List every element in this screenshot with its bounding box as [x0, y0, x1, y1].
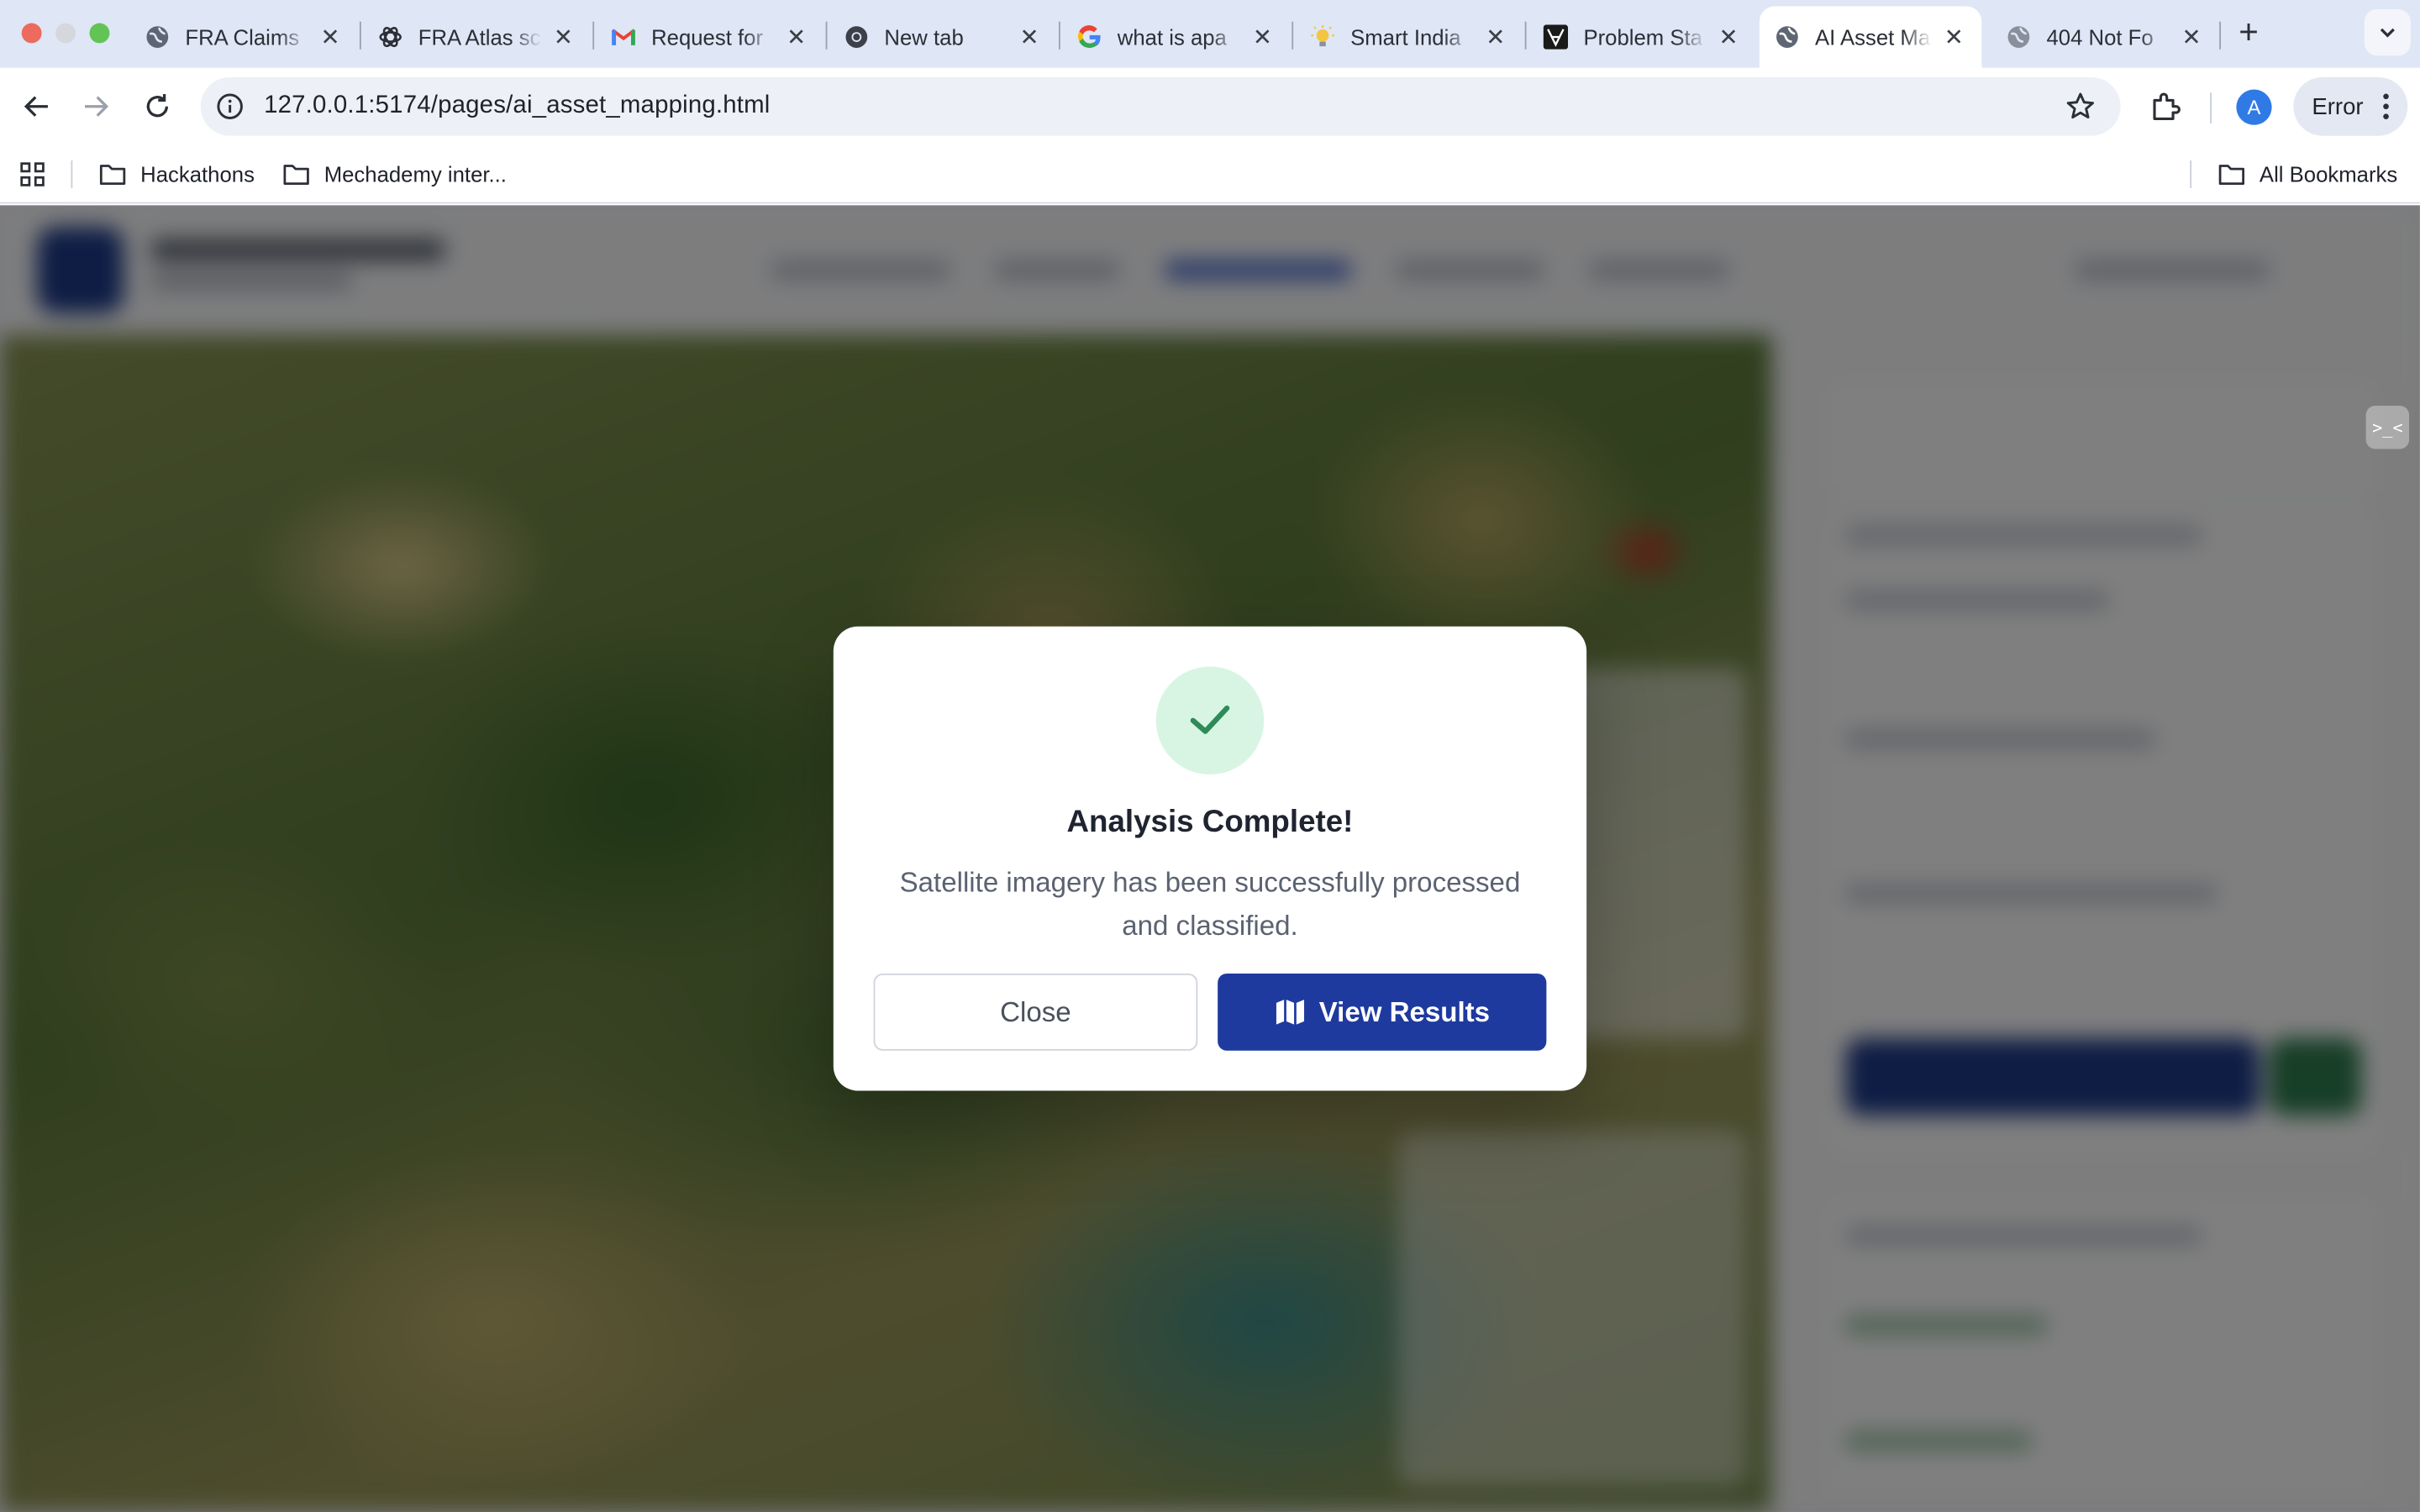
close-button[interactable]: Close	[873, 973, 1198, 1051]
forward-button[interactable]	[76, 87, 116, 127]
tab-title: Request for	[651, 24, 764, 50]
tab-search-button[interactable]	[2364, 9, 2411, 56]
all-bookmarks-label: All Bookmarks	[2259, 161, 2398, 187]
close-tab-icon[interactable]: ✕	[551, 24, 576, 50]
chevron-down-icon	[2380, 28, 2395, 38]
gmail-icon	[611, 24, 636, 49]
tab-request-for[interactable]: Request for ✕	[596, 6, 824, 67]
tab-ai-asset-mapping[interactable]: AI Asset Ma ✕	[1759, 6, 1982, 68]
arrow-right-icon	[85, 96, 109, 117]
chrome-icon	[844, 24, 869, 49]
window-close-button[interactable]	[21, 23, 42, 44]
tab-strip: FRA Claims ✕ FRA Atlas sc ✕ Request for …	[0, 0, 2420, 68]
close-tab-icon[interactable]: ✕	[318, 24, 342, 50]
browser-toolbar: 127.0.0.1:5174/pages/ai_asset_mapping.ht…	[0, 67, 2420, 145]
extensions-icon[interactable]	[2149, 90, 2182, 123]
openai-icon	[378, 24, 402, 49]
tab-fra-atlas[interactable]: FRA Atlas sc ✕	[363, 6, 592, 67]
address-url[interactable]: 127.0.0.1:5174/pages/ai_asset_mapping.ht…	[264, 92, 770, 120]
bookmark-label: Hackathons	[140, 161, 255, 187]
google-icon	[1077, 24, 1102, 49]
tab-divider	[1058, 21, 1060, 50]
toolbar-divider	[2210, 92, 2212, 123]
reload-button[interactable]	[137, 87, 177, 127]
globe-icon	[1775, 24, 1799, 49]
tab-title: AI Asset Ma	[1814, 24, 1931, 50]
dialog-title: Analysis Complete!	[1066, 805, 1354, 840]
all-bookmarks-button[interactable]: All Bookmarks	[2217, 159, 2397, 190]
close-tab-icon[interactable]: ✕	[1942, 24, 1966, 50]
tab-smart-india[interactable]: Smart India ✕	[1295, 6, 1523, 67]
view-results-button[interactable]: View Results	[1218, 973, 1547, 1051]
profile-avatar[interactable]: A	[2236, 89, 2272, 125]
profile-error-button[interactable]: Error	[2293, 76, 2408, 136]
dialog-description: Satellite imagery has been successfully …	[899, 867, 1521, 942]
tab-title: 404 Not Fo	[2046, 24, 2154, 50]
apps-grid-icon[interactable]	[20, 162, 45, 186]
tab-title: Problem Sta	[1583, 24, 1702, 50]
tab-divider	[359, 21, 361, 50]
tab-fra-claims[interactable]: FRA Claims ✕	[129, 6, 358, 67]
error-label: Error	[2312, 93, 2364, 120]
tab-divider	[1524, 21, 1527, 50]
window-minimize-button[interactable]	[55, 23, 76, 44]
globe-icon	[145, 24, 170, 49]
map-icon	[1276, 1000, 1304, 1025]
globe-icon	[2007, 24, 2031, 49]
kebab-menu-icon	[2383, 93, 2389, 119]
tab-title: FRA Atlas sc	[418, 24, 541, 50]
site-icon	[1543, 24, 1569, 50]
close-tab-icon[interactable]: ✕	[784, 24, 808, 50]
close-tab-icon[interactable]: ✕	[1017, 24, 1041, 50]
checkmark-icon	[1190, 705, 1230, 734]
view-results-label: View Results	[1318, 995, 1491, 1027]
tab-new-tab[interactable]: New tab ✕	[829, 6, 1057, 67]
folder-icon	[2218, 165, 2245, 185]
tab-divider	[2219, 21, 2222, 50]
bulb-icon	[1310, 24, 1334, 49]
new-tab-button[interactable]: +	[2232, 14, 2265, 49]
tab-title: New tab	[884, 24, 964, 50]
analysis-complete-dialog: Analysis Complete! Satellite imagery has…	[833, 626, 1587, 1091]
tab-divider	[592, 21, 595, 50]
close-tab-icon[interactable]: ✕	[2179, 24, 2203, 50]
bookmark-hackathons[interactable]: Hackathons	[99, 159, 255, 190]
site-info-icon[interactable]	[216, 92, 244, 120]
close-tab-icon[interactable]: ✕	[1250, 24, 1275, 50]
bookmarks-divider	[2190, 160, 2192, 189]
tab-title: what is apa	[1117, 24, 1227, 50]
close-tab-icon[interactable]: ✕	[1716, 24, 1740, 50]
reload-icon	[146, 94, 169, 118]
folder-icon	[99, 165, 126, 185]
tab-divider	[825, 21, 828, 50]
tab-404-not-found[interactable]: 404 Not Fo ✕	[1991, 6, 2219, 67]
address-bar[interactable]: 127.0.0.1:5174/pages/ai_asset_mapping.ht…	[200, 76, 2121, 136]
back-button[interactable]	[17, 87, 57, 127]
bookmarks-bar: Hackathons Mechademy inter... All Bookma…	[0, 144, 2420, 204]
bookmark-star-icon[interactable]	[2065, 91, 2096, 122]
close-tab-icon[interactable]: ✕	[1483, 24, 1507, 50]
bookmark-mechademy[interactable]: Mechademy inter...	[282, 159, 507, 190]
arrow-left-icon	[24, 96, 48, 117]
tab-problem-sta[interactable]: Problem Sta ✕	[1528, 6, 1756, 67]
dev-toolbar-badge[interactable]: >_<	[2365, 406, 2410, 449]
tab-divider	[1292, 21, 1294, 50]
success-icon-circle	[1155, 666, 1265, 775]
folder-icon	[283, 165, 309, 185]
tab-what-is-apa[interactable]: what is apa ✕	[1062, 6, 1291, 67]
tab-title: FRA Claims	[185, 24, 300, 50]
tab-title: Smart India	[1350, 24, 1461, 50]
window-maximize-button[interactable]	[89, 23, 110, 44]
bookmarks-divider	[71, 160, 73, 189]
bookmark-label: Mechademy inter...	[324, 161, 507, 187]
